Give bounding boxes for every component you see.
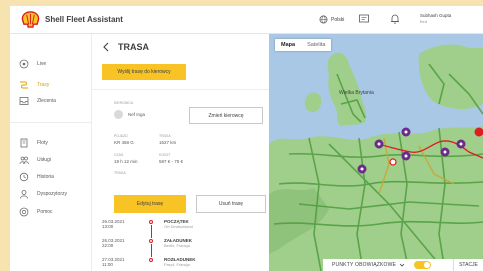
sidebar-item-label: Floty xyxy=(37,140,48,146)
dispatcher-icon xyxy=(20,190,28,199)
stat-value: 1627 km xyxy=(159,140,177,145)
messages-icon[interactable] xyxy=(358,13,370,25)
stop-place: Berlin, Francja xyxy=(164,243,190,248)
inbox-icon xyxy=(19,97,29,105)
sidebar: Live Trasy Zlecenia Floty Usługi Histori… xyxy=(10,34,92,271)
sidebar-divider xyxy=(10,122,92,123)
send-to-driver-button[interactable]: Wyślij trasę do kierowcy xyxy=(102,64,186,80)
sidebar-item-label: Live xyxy=(37,61,47,67)
sidebar-item-uslugi[interactable]: Usługi xyxy=(19,155,51,165)
route-stop[interactable]: 26.03.2021 13:00 POCZĄTEK Ort Deutschlan… xyxy=(102,219,262,238)
app-title: Shell Fleet Assistant xyxy=(45,15,123,24)
sidebar-item-historia[interactable]: Historia xyxy=(19,172,54,182)
sidebar-item-label: Zlecenia xyxy=(37,98,56,104)
tab-satellite[interactable]: Satelita xyxy=(301,39,331,51)
help-icon xyxy=(19,207,29,217)
globe-icon xyxy=(319,15,328,24)
stat-label: CZAS xyxy=(114,153,124,157)
driver-name: Nef Inga xyxy=(128,112,146,117)
stop-marker xyxy=(149,258,153,262)
bell-icon[interactable] xyxy=(389,13,401,25)
change-driver-button[interactable]: Zmień kierowcę xyxy=(189,107,263,124)
route-icon xyxy=(20,81,28,89)
stations-button[interactable]: STACJE xyxy=(453,259,483,271)
stop-marker xyxy=(149,239,153,243)
people-icon xyxy=(19,156,29,165)
sidebar-item-live[interactable]: Live xyxy=(19,59,46,69)
sidebar-item-label: Dyspozytorzy xyxy=(37,191,68,197)
chevron-down-icon[interactable] xyxy=(399,262,405,268)
target-icon xyxy=(19,59,29,69)
stat-value: 587 € - 75 € xyxy=(159,159,184,164)
sidebar-item-label: Historia xyxy=(37,174,54,180)
sidebar-item-floty[interactable]: Floty xyxy=(19,138,48,148)
sidebar-item-label: Usługi xyxy=(37,157,51,163)
language-label: Polski xyxy=(331,16,345,23)
stat-value: 19 h 12 min xyxy=(114,159,138,164)
route-line xyxy=(150,244,152,257)
stat-label: KOSZT xyxy=(159,153,171,157)
tab-map[interactable]: Mapa xyxy=(275,39,301,51)
app-window: Shell Fleet Assistant Polski Subhash Gup… xyxy=(10,6,483,271)
stat-value: KR 458 G xyxy=(114,140,134,145)
sidebar-item-zlecenia[interactable]: Zlecenia xyxy=(19,96,56,106)
page-title: TRASA xyxy=(118,42,149,52)
sidebar-item-label: Trasy xyxy=(37,82,50,88)
user-menu[interactable]: Subhash Gupta Bed xyxy=(420,13,451,25)
stop-place: Ort Deutschland xyxy=(164,224,193,229)
sidebar-item-pomoc[interactable]: Pomoc xyxy=(19,207,53,217)
poi-label: PUNKTY OBOWIĄZKOWE xyxy=(332,262,397,268)
route-stop[interactable]: 27.03.2021 11:00 ROZŁADUNEK Paryż, Franc… xyxy=(102,257,262,269)
uk-label: Wielka Brytania xyxy=(339,90,374,96)
shell-logo-icon xyxy=(21,11,40,28)
stop-place: Paryż, Francja xyxy=(164,262,190,267)
back-chevron-icon[interactable] xyxy=(102,42,110,52)
sidebar-item-dyspozytorzy[interactable]: Dyspozytorzy xyxy=(19,189,67,199)
delete-route-button[interactable]: Usuń trasę xyxy=(196,195,266,213)
user-subtitle: Bed xyxy=(420,19,428,24)
stop-marker xyxy=(149,220,153,224)
map-view[interactable]: Wielka Brytania Mapa Satelita PUNKTY OBO… xyxy=(269,34,483,271)
stat-label: POJAZD xyxy=(114,134,128,138)
route-stop[interactable]: 26.03.2021 22:00 ZAŁADUNEK Berlin, Franc… xyxy=(102,238,262,257)
sidebar-item-trasy[interactable]: Trasy xyxy=(19,80,49,90)
route-line xyxy=(150,225,152,238)
sidebar-item-label: Pomoc xyxy=(37,209,53,215)
avatar xyxy=(114,110,123,119)
route-label: TRASA xyxy=(114,171,126,175)
driver-label: KIEROWCA xyxy=(114,101,134,105)
map-type-tabs: Mapa Satelita xyxy=(275,39,332,51)
route-panel: TRASA Wyślij trasę do kierowcy KIEROWCA … xyxy=(92,34,269,271)
language-selector[interactable]: Polski xyxy=(319,15,344,24)
top-bar: Shell Fleet Assistant Polski Subhash Gup… xyxy=(10,6,483,34)
divider xyxy=(92,89,269,90)
map-canvas: Wielka Brytania xyxy=(269,34,483,271)
edit-route-button[interactable]: Edytuj trasę xyxy=(114,195,186,213)
poi-filter-bar: PUNKTY OBOWIĄZKOWE STACJE xyxy=(323,259,483,271)
history-icon xyxy=(19,172,29,182)
start-marker-icon xyxy=(389,158,397,166)
stat-label: TRASA xyxy=(159,134,171,138)
poi-toggle[interactable] xyxy=(414,261,431,269)
panel-header: TRASA xyxy=(102,42,149,52)
building-icon xyxy=(20,138,28,148)
